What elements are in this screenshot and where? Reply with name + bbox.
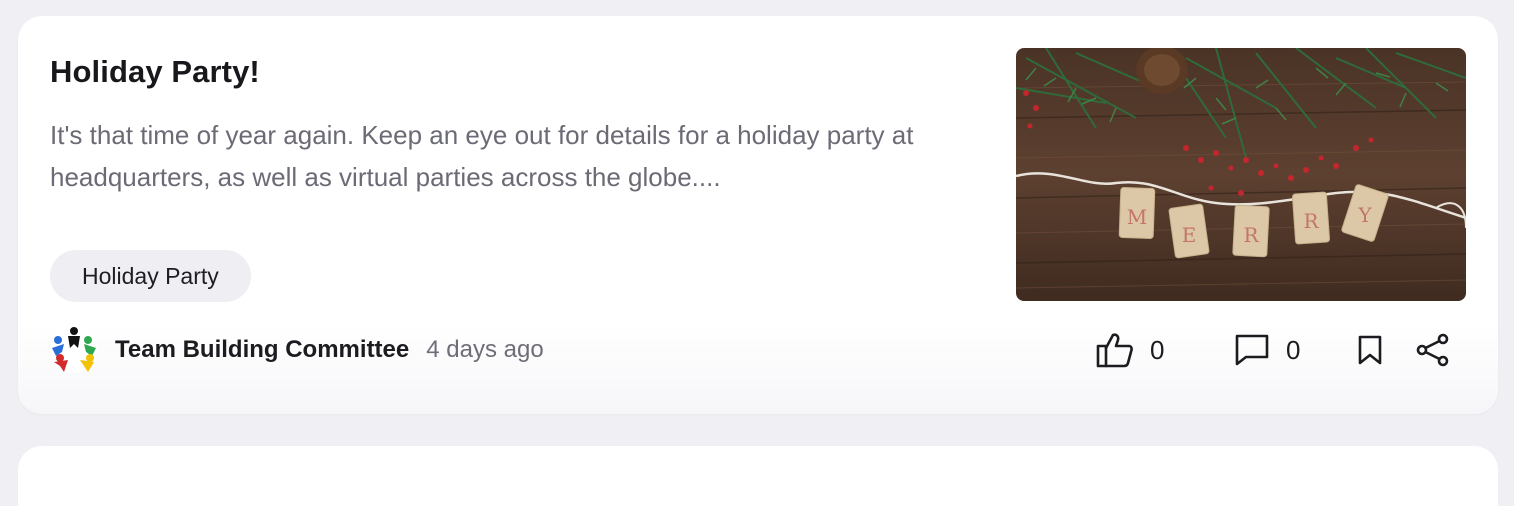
post-title[interactable]: Holiday Party! <box>50 54 260 90</box>
tag-letter-y: Y <box>1357 203 1372 227</box>
tag-letter-m: M <box>1127 205 1147 229</box>
comment-count: 0 <box>1286 334 1301 365</box>
tag-letter-r2: R <box>1303 209 1319 233</box>
comment-icon <box>1235 334 1269 366</box>
post-excerpt: It's that time of year again. Keep an ey… <box>50 120 914 192</box>
tag-holiday-party[interactable]: Holiday Party <box>50 250 251 302</box>
post-timestamp: 4 days ago <box>426 336 544 363</box>
author-name[interactable]: Team Building Committee <box>115 336 409 364</box>
like-button[interactable]: 0 <box>1096 332 1234 368</box>
post-card[interactable]: Holiday Party! It's that time of year ag… <box>18 16 1498 414</box>
tag-letter-r1: R <box>1243 223 1259 247</box>
thumbs-up-icon <box>1096 333 1133 368</box>
comment-button[interactable]: 0 <box>1234 333 1356 367</box>
share-icon <box>1416 333 1449 367</box>
post-author[interactable]: Team Building Committee 4 days ago <box>50 326 544 374</box>
post-thumbnail-image[interactable]: M E R R Y <box>1016 48 1466 301</box>
people-circle-icon <box>51 327 97 373</box>
bookmark-button[interactable] <box>1356 334 1416 366</box>
like-count: 0 <box>1150 334 1165 365</box>
bookmark-icon <box>1358 335 1382 365</box>
post-actions: 0 0 <box>1096 326 1450 374</box>
tag-letter-e: E <box>1182 223 1197 247</box>
share-button[interactable] <box>1416 333 1450 367</box>
next-post-card <box>18 446 1498 506</box>
